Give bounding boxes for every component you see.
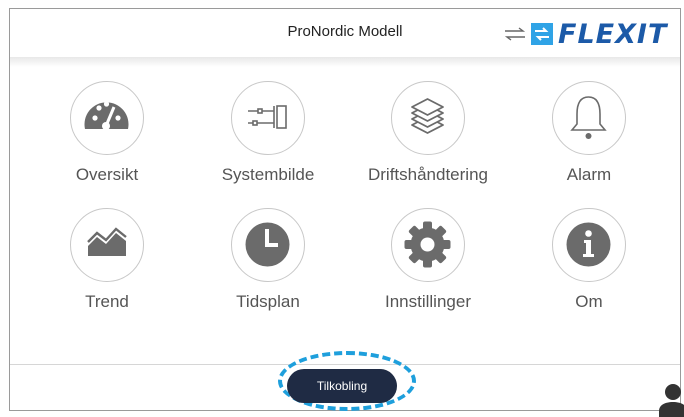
- menu-tile-trend[interactable]: Trend: [32, 208, 182, 318]
- gauge-icon: [84, 101, 129, 130]
- layers-icon: [411, 98, 444, 134]
- header-bar: ProNordic Modell FLEXIT: [10, 9, 680, 57]
- menu-tile-systembilde[interactable]: Systembilde: [193, 81, 343, 191]
- tile-label: Om: [575, 292, 603, 311]
- tile-circle[interactable]: [231, 81, 305, 155]
- trend-chart-icon: [87, 227, 127, 256]
- info-icon: [566, 222, 611, 267]
- header-divider: [10, 57, 680, 67]
- menu-tile-alarm[interactable]: Alarm: [514, 81, 664, 191]
- brand-logo: FLEXIT: [530, 19, 680, 50]
- system-diagram-icon: [248, 105, 287, 129]
- tile-circle[interactable]: [70, 81, 144, 155]
- menu-tile-innstillinger[interactable]: Innstillinger: [353, 208, 503, 318]
- tile-circle[interactable]: [391, 81, 465, 155]
- tile-circle[interactable]: [70, 208, 144, 282]
- tile-circle[interactable]: [231, 208, 305, 282]
- user-icon[interactable]: [658, 383, 684, 417]
- swap-arrows-icon[interactable]: [503, 27, 527, 41]
- flexit-logo-icon: [531, 23, 553, 45]
- bell-icon: [570, 96, 607, 139]
- tile-circle[interactable]: [552, 81, 626, 155]
- gear-icon: [404, 221, 451, 268]
- menu-tile-om[interactable]: Om: [514, 208, 664, 318]
- tile-circle[interactable]: [552, 208, 626, 282]
- tile-circle[interactable]: [391, 208, 465, 282]
- brand-name: FLEXIT: [558, 19, 668, 50]
- menu-tile-driftshandtering[interactable]: Driftshåndtering: [353, 81, 503, 191]
- menu-tile-oversikt[interactable]: Oversikt: [32, 81, 182, 191]
- menu-tile-tidsplan[interactable]: Tidsplan: [193, 208, 343, 318]
- clock-icon: [245, 222, 290, 267]
- tile-label: Alarm: [566, 165, 612, 184]
- connect-button[interactable]: Tilkobling: [287, 369, 397, 403]
